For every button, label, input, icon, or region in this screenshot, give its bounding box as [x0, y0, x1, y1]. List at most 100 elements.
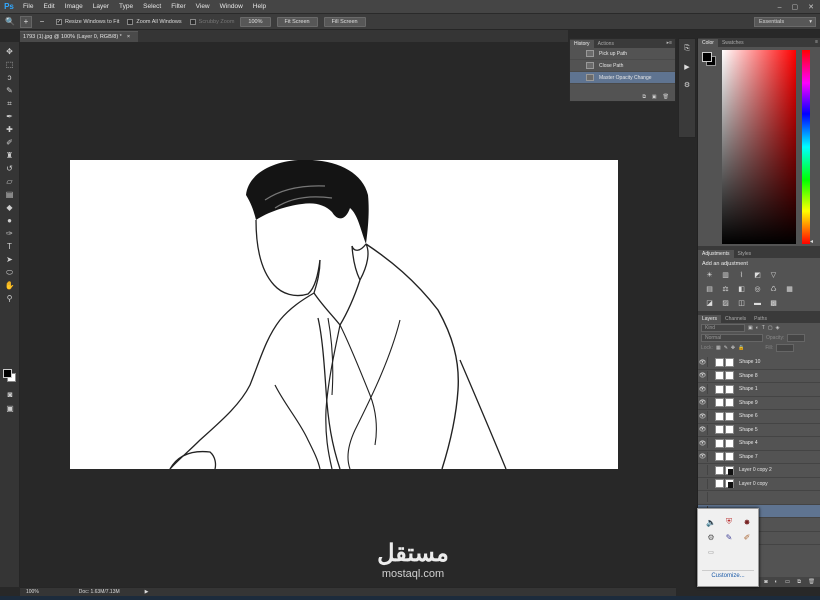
zoom-tool-icon[interactable]: 🔍 — [4, 16, 16, 28]
quick-select-tool-icon[interactable]: ✎ — [3, 84, 17, 97]
filter-type-icon[interactable]: T — [762, 325, 765, 331]
history-panel-icon[interactable]: ⎘ — [681, 43, 693, 54]
play-icon[interactable]: ▶ — [681, 61, 693, 72]
channel-mixer-icon[interactable]: ♺ — [768, 284, 779, 294]
panel-menu-icon[interactable]: ▸≡ — [667, 40, 672, 46]
maximize-button[interactable]: ▢ — [792, 3, 799, 11]
eye-icon[interactable]: 👁 — [698, 424, 708, 435]
filter-pixel-icon[interactable]: ▣ — [748, 325, 753, 331]
tab-actions[interactable]: Actions — [594, 40, 618, 48]
menu-file[interactable]: File — [18, 3, 38, 10]
eye-icon[interactable]: 👁 — [698, 370, 708, 381]
minimize-button[interactable]: – — [778, 4, 782, 11]
document-tab[interactable]: 1793 (1).jpg @ 100% (Layer 0, RGB/8) * × — [20, 31, 138, 42]
menu-filter[interactable]: Filter — [166, 3, 190, 10]
levels-icon[interactable]: ▥ — [720, 270, 731, 280]
color-picker-field[interactable] — [722, 50, 796, 244]
zoom-out-icon[interactable]: − — [36, 16, 48, 28]
document-canvas[interactable] — [70, 160, 618, 469]
lock-paint-icon[interactable]: ✎ — [724, 345, 728, 351]
filter-adjustment-icon[interactable]: ◐ — [756, 325, 759, 331]
hue-saturation-icon[interactable]: ▤ — [704, 284, 715, 294]
menu-layer[interactable]: Layer — [88, 3, 114, 10]
eraser-tool-icon[interactable]: ▱ — [3, 175, 17, 188]
eye-icon[interactable] — [698, 478, 708, 489]
history-item-selected[interactable]: Master Opacity Change — [570, 72, 675, 84]
layer-row[interactable]: 👁 Shape 5 — [698, 424, 820, 437]
menu-edit[interactable]: Edit — [38, 3, 59, 10]
eye-icon[interactable]: 👁 — [698, 384, 708, 395]
scrubby-zoom-checkbox[interactable]: Scrubby Zoom — [189, 18, 234, 25]
zoom-tool-icon[interactable]: ⚲ — [3, 292, 17, 305]
foreground-color-swatch[interactable] — [3, 369, 12, 378]
eye-icon[interactable]: 👁 — [698, 451, 708, 462]
black-white-icon[interactable]: ◧ — [736, 284, 747, 294]
layer-row[interactable]: 👁 Shape 7 — [698, 451, 820, 464]
trash-icon[interactable]: 🗑 — [808, 579, 815, 585]
path-select-tool-icon[interactable]: ➤ — [3, 253, 17, 266]
threshold-icon[interactable]: ◫ — [736, 298, 747, 308]
close-window-button[interactable]: ✕ — [808, 3, 814, 11]
layer-row[interactable]: Layer 0 copy 2 — [698, 464, 820, 478]
healing-brush-tool-icon[interactable]: ✚ — [3, 123, 17, 136]
lock-transparent-icon[interactable]: ▦ — [716, 345, 721, 351]
filter-shape-icon[interactable]: ▢ — [768, 325, 773, 331]
layer-row[interactable] — [698, 491, 820, 505]
quick-mask-icon[interactable]: ◙ — [3, 388, 17, 401]
layer-kind-select[interactable]: Kind — [701, 324, 745, 332]
selective-color-icon[interactable]: ▩ — [768, 298, 779, 308]
fill-input[interactable] — [776, 344, 795, 352]
menu-help[interactable]: Help — [248, 3, 271, 10]
tab-styles[interactable]: Styles — [734, 250, 756, 258]
menu-view[interactable]: View — [191, 3, 215, 10]
fill-screen-button[interactable]: Fill Screen — [323, 16, 366, 27]
zoom-in-icon[interactable]: + — [20, 15, 32, 28]
customize-link[interactable]: Customize... — [698, 573, 758, 579]
crop-tool-icon[interactable]: ⌗ — [3, 97, 17, 110]
marquee-tool-icon[interactable]: ⬚ — [3, 58, 17, 71]
camera-icon[interactable]: ▣ — [652, 94, 657, 100]
color-balance-icon[interactable]: ⚖ — [720, 284, 731, 294]
exposure-icon[interactable]: ◩ — [752, 270, 763, 280]
tab-color[interactable]: Color — [698, 39, 718, 47]
tab-adjustments[interactable]: Adjustments — [698, 250, 734, 258]
menu-type[interactable]: Type — [114, 3, 138, 10]
color-lookup-icon[interactable]: ▦ — [784, 284, 795, 294]
new-group-icon[interactable]: ▭ — [785, 579, 790, 585]
hue-slider[interactable] — [802, 50, 810, 244]
tab-paths[interactable]: Paths — [750, 315, 771, 323]
menu-window[interactable]: Window — [215, 3, 248, 10]
eye-icon[interactable]: 👁 — [698, 397, 708, 408]
tab-channels[interactable]: Channels — [721, 315, 750, 323]
status-menu-arrow-icon[interactable]: ▶ — [145, 589, 149, 595]
eye-icon[interactable]: 👁 — [698, 357, 708, 368]
zoom-all-checkbox[interactable]: Zoom All Windows — [127, 18, 182, 25]
lock-all-icon[interactable]: 🔒 — [738, 345, 744, 351]
device-tray-icon[interactable]: ▭ — [705, 546, 717, 558]
screen-mode-icon[interactable]: ▣ — [3, 402, 17, 415]
adjustment-layer-icon[interactable]: ◐ — [775, 579, 778, 585]
dodge-tool-icon[interactable]: ● — [3, 214, 17, 227]
layer-row[interactable]: 👁 Shape 9 — [698, 397, 820, 410]
eye-icon[interactable] — [698, 492, 708, 503]
type-tool-icon[interactable]: T — [3, 240, 17, 253]
opacity-input[interactable] — [787, 334, 806, 342]
speaker-icon[interactable]: 🔈 — [705, 516, 717, 528]
history-brush-tool-icon[interactable]: ↺ — [3, 162, 17, 175]
adjustments-panel-icon[interactable]: ⚙ — [681, 79, 693, 90]
invert-icon[interactable]: ◪ — [704, 298, 715, 308]
layer-row[interactable]: Layer 0 copy — [698, 478, 820, 491]
network-icon[interactable]: ⚙ — [705, 531, 717, 543]
layer-row[interactable]: 👁 Shape 1 — [698, 383, 820, 397]
app-tray-icon[interactable]: ✸ — [741, 516, 753, 528]
fit-screen-button[interactable]: Fit Screen — [276, 16, 318, 27]
panel-menu-icon[interactable]: ≡ — [815, 39, 818, 45]
blur-tool-icon[interactable]: ◆ — [3, 201, 17, 214]
trash-icon[interactable]: 🗑 — [663, 94, 669, 100]
menu-image[interactable]: Image — [60, 3, 88, 10]
clone-stamp-tool-icon[interactable]: ♜ — [3, 149, 17, 162]
hand-tool-icon[interactable]: ✋ — [3, 279, 17, 292]
history-item[interactable]: Close Path — [570, 60, 675, 72]
history-item[interactable]: Pick up Path — [570, 48, 675, 60]
layer-row[interactable]: 👁 Shape 4 — [698, 437, 820, 451]
